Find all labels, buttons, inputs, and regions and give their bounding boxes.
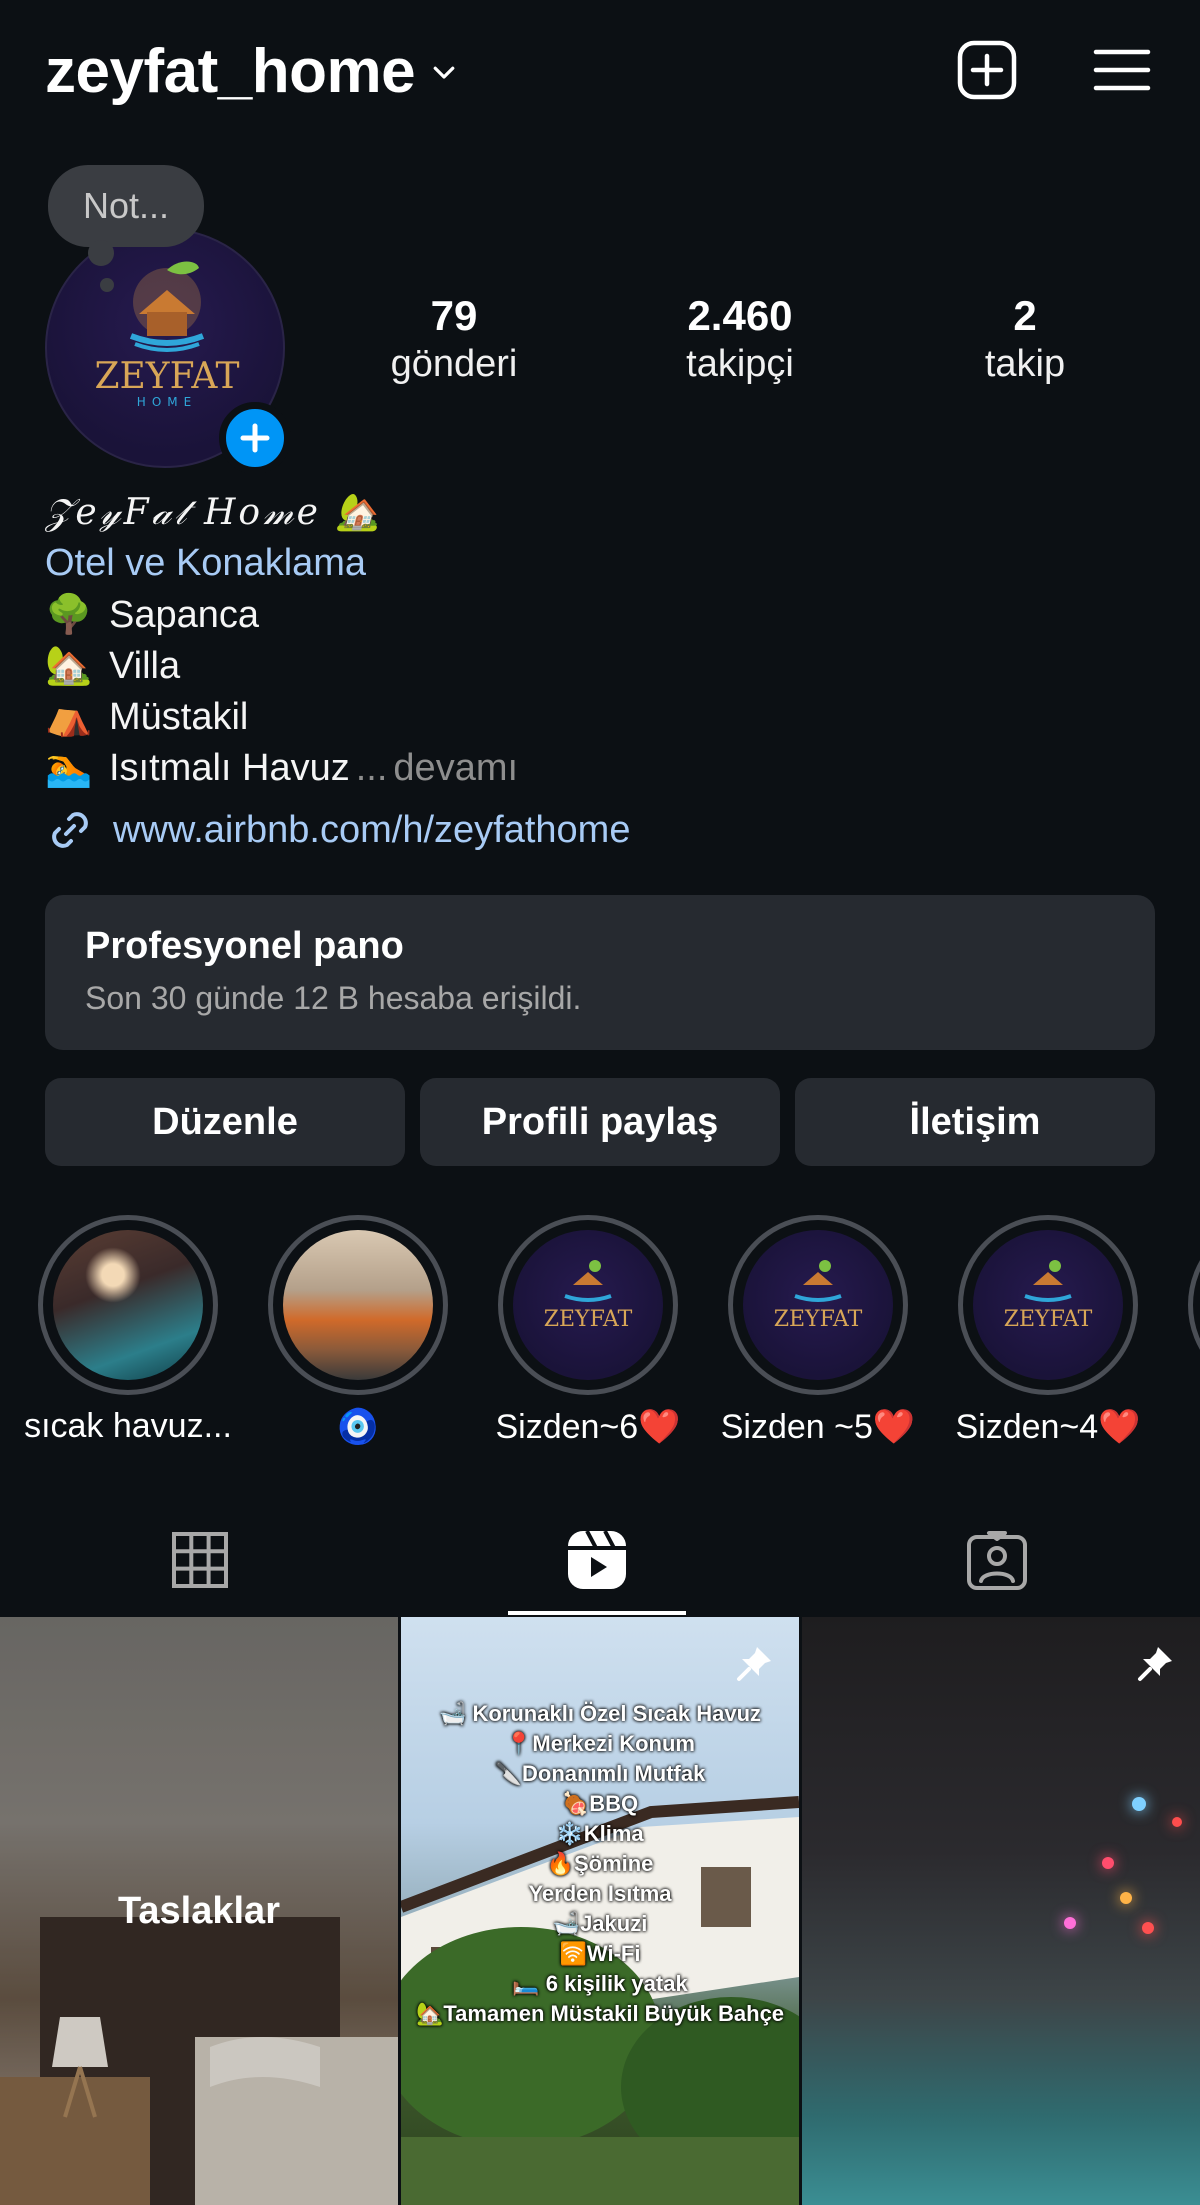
string-light [1102,1857,1114,1869]
note-bubble[interactable]: Not... [48,165,204,247]
username: zeyfat_home [45,37,416,106]
followers-count: 2.460 [687,292,793,339]
bio-line: 🏊 Isıtmalı Havuz... devamı [45,742,1145,793]
highlight-label: Sizden~6❤️ [495,1408,681,1446]
posts-label: gönderi [390,343,518,385]
followers-label: takipçi [686,343,794,385]
reels-grid: Taslaklar 🛁 Korunaklı Özel Sıcak Havuz 📍… [0,1617,1200,2205]
share-profile-button[interactable]: Profili paylaş [420,1078,780,1166]
bio-line: 🌳 Sapanca [45,589,1145,640]
string-light [1132,1797,1146,1811]
chevron-down-icon [433,66,455,79]
external-link[interactable]: www.airbnb.com/h/zeyfathome [45,805,630,855]
following-count: 2 [1013,292,1037,339]
story-highlight[interactable]: ZEYFAT Sizden~4❤️ [955,1215,1141,1447]
highlight-label: 🧿 [336,1408,380,1446]
drafts-label: Taslaklar [0,1617,398,2205]
zeyfat-logo-icon: ZEYFAT [774,1260,863,1332]
svg-text:ZEYFAT: ZEYFAT [774,1307,863,1332]
svg-text:HOME: HOME [137,395,197,409]
string-light [1142,1922,1154,1934]
more-ellipsis: ... [355,746,388,789]
contact-button[interactable]: İletişim [795,1078,1155,1166]
dashboard-title: Profesyonel pano [85,925,404,967]
note-bubble-tail [88,240,114,266]
story-highlight[interactable]: ZEYFAT Sizden ~5❤️ [721,1215,915,1447]
tagged-icon [967,1531,1027,1590]
highlight-thumbnail [283,1230,433,1380]
drafts-tile[interactable]: Taslaklar [0,1617,398,2205]
story-highlight-partial[interactable] [1188,1215,1200,1395]
note-placeholder: Not... [82,185,170,226]
zeyfat-logo-icon: ZEYFAT [1004,1260,1093,1332]
more-link[interactable]: devamı [393,743,518,793]
tab-posts-grid[interactable] [0,1505,400,1615]
plus-icon [240,423,270,453]
svg-text:ZEYFAT: ZEYFAT [544,1307,633,1332]
category-label[interactable]: Otel ve Konaklama [45,538,1145,589]
professional-dashboard[interactable]: Profesyonel pano Son 30 günde 12 B hesab… [45,895,1155,1050]
pin-icon [1138,1647,1172,1681]
tent-emoji: ⛺ [45,695,93,738]
add-post-icon[interactable] [955,38,1019,102]
zeyfat-logo-icon: ZEYFAT [544,1260,633,1332]
top-bar: zeyfat_home [0,0,1200,140]
link-url: www.airbnb.com/h/zeyfathome [113,808,631,851]
highlight-label: sıcak havuz... [24,1407,232,1445]
pin-icon [737,1647,771,1681]
following-label: takip [984,343,1066,385]
active-tab-indicator [508,1611,686,1615]
stat-followers[interactable]: 2.460 takipçi [640,292,840,388]
highlight-thumbnail: ZEYFAT [973,1230,1123,1380]
stat-following[interactable]: 2 takip [925,292,1125,388]
reel-caption-overlay: 🛁 Korunaklı Özel Sıcak Havuz 📍Merkezi Ko… [415,1701,785,2026]
highlight-label: Sizden ~5❤️ [720,1408,916,1446]
display-name: 𝒵𝑒𝓎𝐹𝒶𝓉 𝐻𝑜𝓂𝑒 🏡 [45,492,384,533]
tab-tagged[interactable] [797,1505,1197,1615]
account-switcher[interactable]: zeyfat_home [45,36,459,107]
posts-count: 79 [430,292,478,339]
reels-icon [568,1530,626,1589]
profile-tabs [0,1505,1200,1615]
stat-posts[interactable]: 79 gönderi [354,292,554,388]
svg-text:ZEYFAT: ZEYFAT [1004,1307,1093,1332]
string-light [1172,1817,1182,1827]
highlight-thumbnail: ZEYFAT [743,1230,893,1380]
string-light [1120,1892,1132,1904]
highlight-label: Sizden~4❤️ [955,1408,1141,1446]
swimmer-emoji: 🏊 [45,746,93,789]
tree-emoji: 🌳 [45,593,93,636]
menu-icon[interactable] [1090,38,1154,102]
house-emoji: 🏡 [45,644,93,687]
highlight-thumbnail [53,1230,203,1380]
reel-tile[interactable]: 🛁 Korunaklı Özel Sıcak Havuz 📍Merkezi Ko… [401,1617,799,2205]
profile-avatar[interactable]: ZEYFAT HOME [45,228,291,474]
svg-text:ZEYFAT: ZEYFAT [95,356,240,397]
highlight-thumbnail: ZEYFAT [513,1230,663,1380]
string-light [1064,1917,1076,1929]
story-highlight[interactable]: sıcak havuz... [24,1215,232,1446]
add-story-button[interactable] [219,402,291,474]
bio-line: ⛺ Müstakil [45,691,1145,742]
link-icon [52,812,88,848]
reel-tile[interactable] [802,1617,1200,2205]
note-bubble-tail-small [100,278,114,292]
tab-reels[interactable] [397,1505,797,1615]
dashboard-subtitle: Son 30 günde 12 B hesaba erişildi. [85,980,582,1016]
story-highlight[interactable]: 🧿 [268,1215,448,1447]
house-emoji: 🏡 [335,492,384,533]
edit-profile-button[interactable]: Düzenle [45,1078,405,1166]
story-highlight[interactable]: ZEYFAT Sizden~6❤️ [495,1215,681,1447]
grid-icon [172,1532,228,1588]
bio-line: 🏡 Villa [45,640,1145,691]
bio: 𝒵𝑒𝓎𝐹𝒶𝓉 𝐻𝑜𝓂𝑒 🏡 Otel ve Konaklama 🌳 Sapanca… [45,488,1145,793]
